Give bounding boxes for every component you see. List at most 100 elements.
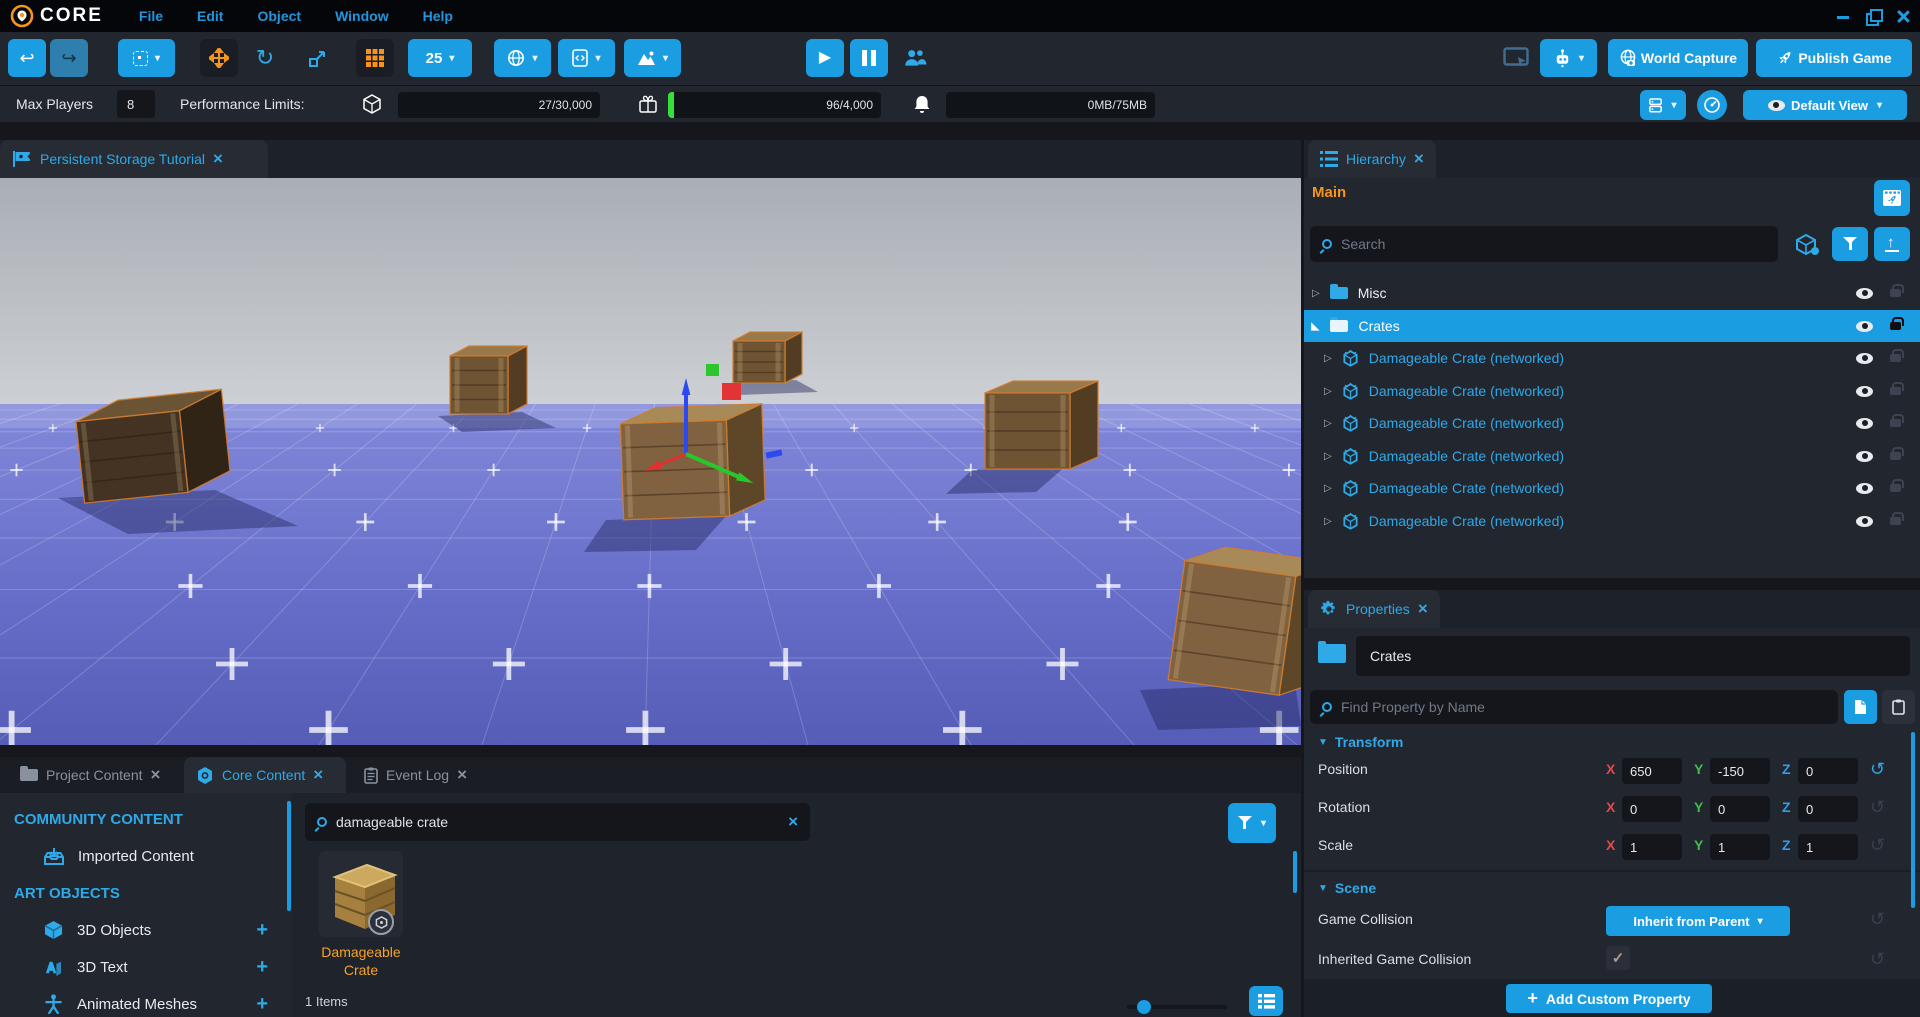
expand-caret-icon[interactable] xyxy=(1324,353,1332,364)
performance-gauge-button[interactable] xyxy=(1697,90,1727,120)
clear-search-icon[interactable] xyxy=(788,812,798,832)
menu-file[interactable]: File xyxy=(139,8,163,24)
lock-icon[interactable] xyxy=(1890,354,1901,362)
inherited-game-collision-checkbox[interactable] xyxy=(1606,946,1630,970)
game-collision-dropdown[interactable]: Inherit from Parent ▾ xyxy=(1606,906,1790,936)
tab-close-icon[interactable] xyxy=(457,765,467,785)
script-dropdown[interactable] xyxy=(558,39,615,77)
tab-scene[interactable]: Persistent Storage Tutorial xyxy=(0,140,268,178)
add-animated-mesh-button[interactable]: + xyxy=(256,993,268,1016)
menu-help[interactable]: Help xyxy=(423,8,453,24)
rotation-y-field[interactable] xyxy=(1710,796,1770,822)
world-settings-dropdown[interactable] xyxy=(494,39,551,77)
scene-root-label[interactable]: Main xyxy=(1312,184,1346,201)
thumbnail-size-slider[interactable] xyxy=(1127,1005,1227,1009)
find-property-input[interactable] xyxy=(1341,699,1826,715)
visibility-eye-icon[interactable] xyxy=(1856,288,1873,299)
minimize-icon[interactable] xyxy=(1836,9,1850,23)
position-y-field[interactable] xyxy=(1710,758,1770,784)
screenshot-publish-button[interactable] xyxy=(1874,180,1910,216)
reset-inherited-button[interactable] xyxy=(1870,950,1885,968)
hierarchy-export-button[interactable] xyxy=(1874,227,1910,261)
expand-caret-icon[interactable] xyxy=(1324,451,1332,462)
paste-properties-button[interactable] xyxy=(1882,690,1915,724)
rotation-x-field[interactable] xyxy=(1622,796,1682,822)
list-view-toggle-button[interactable] xyxy=(1249,986,1283,1016)
select-tool-button[interactable] xyxy=(118,39,175,77)
hierarchy-row-damageable-crate[interactable]: Damageable Crate (networked) xyxy=(1304,407,1920,439)
sidebar-scrollbar[interactable] xyxy=(287,801,291,911)
add-custom-property-button[interactable]: + Add Custom Property xyxy=(1506,984,1712,1013)
expand-caret-icon[interactable] xyxy=(1324,483,1332,494)
menu-edit[interactable]: Edit xyxy=(197,8,223,24)
content-search-input[interactable] xyxy=(336,814,779,830)
properties-scrollbar[interactable] xyxy=(1911,732,1915,908)
save-options-dropdown[interactable] xyxy=(1640,90,1686,120)
snap-size-dropdown[interactable]: 25 xyxy=(408,39,472,77)
reset-rotation-button[interactable] xyxy=(1870,798,1885,816)
asset-tile-damageable-crate[interactable]: Damageable Crate xyxy=(306,851,416,979)
hierarchy-search-box[interactable] xyxy=(1310,226,1778,262)
sidebar-item-animated-meshes[interactable]: Animated Meshes + xyxy=(0,989,292,1017)
lock-icon[interactable] xyxy=(1890,517,1901,525)
hierarchy-row-damageable-crate[interactable]: Damageable Crate (networked) xyxy=(1304,505,1920,537)
hierarchy-filter-button[interactable] xyxy=(1832,227,1868,261)
rotation-z-field[interactable] xyxy=(1798,796,1858,822)
grid-snap-button[interactable] xyxy=(356,39,394,77)
expand-caret-icon[interactable] xyxy=(1324,516,1332,527)
add-3d-text-button[interactable]: + xyxy=(256,956,268,979)
visibility-eye-icon[interactable] xyxy=(1856,353,1873,364)
visibility-eye-icon[interactable] xyxy=(1856,516,1873,527)
tab-core-content[interactable]: Core Content xyxy=(184,757,346,793)
position-z-field[interactable] xyxy=(1798,758,1858,784)
pause-button[interactable] xyxy=(850,39,888,77)
hierarchy-row-damageable-crate[interactable]: Damageable Crate (networked) xyxy=(1304,342,1920,374)
close-icon[interactable] xyxy=(1896,9,1910,23)
lock-icon[interactable] xyxy=(1890,452,1901,460)
lock-icon[interactable] xyxy=(1890,322,1901,330)
undo-button[interactable]: ↩ xyxy=(8,39,46,77)
world-capture-button[interactable]: World Capture xyxy=(1608,39,1748,77)
lock-icon[interactable] xyxy=(1890,289,1901,297)
viewport-3d-scene[interactable] xyxy=(0,178,1301,745)
add-3d-object-button[interactable]: + xyxy=(256,919,268,942)
play-button[interactable]: ▶ xyxy=(806,39,844,77)
tab-event-log[interactable]: Event Log xyxy=(352,757,480,793)
scale-x-field[interactable] xyxy=(1622,834,1682,860)
visibility-eye-icon[interactable] xyxy=(1856,386,1873,397)
tab-close-icon[interactable] xyxy=(213,149,223,169)
restore-icon[interactable] xyxy=(1866,9,1880,23)
tab-close-icon[interactable] xyxy=(1414,149,1424,169)
sidebar-item-imported-content[interactable]: Imported Content xyxy=(0,841,292,871)
content-search-box[interactable] xyxy=(305,803,810,841)
move-tool-button[interactable] xyxy=(200,39,238,77)
rotate-tool-button[interactable]: ↻ xyxy=(246,39,284,77)
hierarchy-row-damageable-crate[interactable]: Damageable Crate (networked) xyxy=(1304,472,1920,504)
collapse-caret-icon[interactable] xyxy=(1312,320,1320,333)
scale-y-field[interactable] xyxy=(1710,834,1770,860)
slider-handle[interactable] xyxy=(1137,1000,1151,1014)
find-property-box[interactable] xyxy=(1310,690,1838,724)
expand-caret-icon[interactable] xyxy=(1324,418,1332,429)
sidebar-item-3d-objects[interactable]: 3D Objects + xyxy=(0,915,292,945)
item-area-scrollbar[interactable] xyxy=(1293,851,1297,893)
tab-hierarchy[interactable]: Hierarchy xyxy=(1308,140,1436,178)
hierarchy-row-damageable-crate[interactable]: Damageable Crate (networked) xyxy=(1304,375,1920,407)
networked-cube-icon[interactable] xyxy=(1794,232,1820,258)
hierarchy-row-misc[interactable]: Misc xyxy=(1304,277,1920,309)
publish-game-button[interactable]: Publish Game xyxy=(1756,39,1912,77)
hierarchy-row-crates[interactable]: Crates xyxy=(1304,310,1920,342)
transform-section-header[interactable]: Transform xyxy=(1318,734,1403,750)
sidebar-item-3d-text[interactable]: 3D Text + xyxy=(0,952,292,982)
expand-caret-icon[interactable] xyxy=(1324,386,1332,397)
preview-screen-button[interactable] xyxy=(1498,39,1534,77)
scale-z-field[interactable] xyxy=(1798,834,1858,860)
tab-close-icon[interactable] xyxy=(151,765,161,785)
tab-close-icon[interactable] xyxy=(313,765,323,785)
reset-game-collision-button[interactable] xyxy=(1870,910,1885,928)
expand-caret-icon[interactable] xyxy=(1312,288,1320,299)
default-view-dropdown[interactable]: Default View xyxy=(1743,90,1907,120)
hierarchy-row-damageable-crate[interactable]: Damageable Crate (networked) xyxy=(1304,440,1920,472)
reset-scale-button[interactable] xyxy=(1870,836,1885,854)
tab-close-icon[interactable] xyxy=(1418,599,1428,619)
